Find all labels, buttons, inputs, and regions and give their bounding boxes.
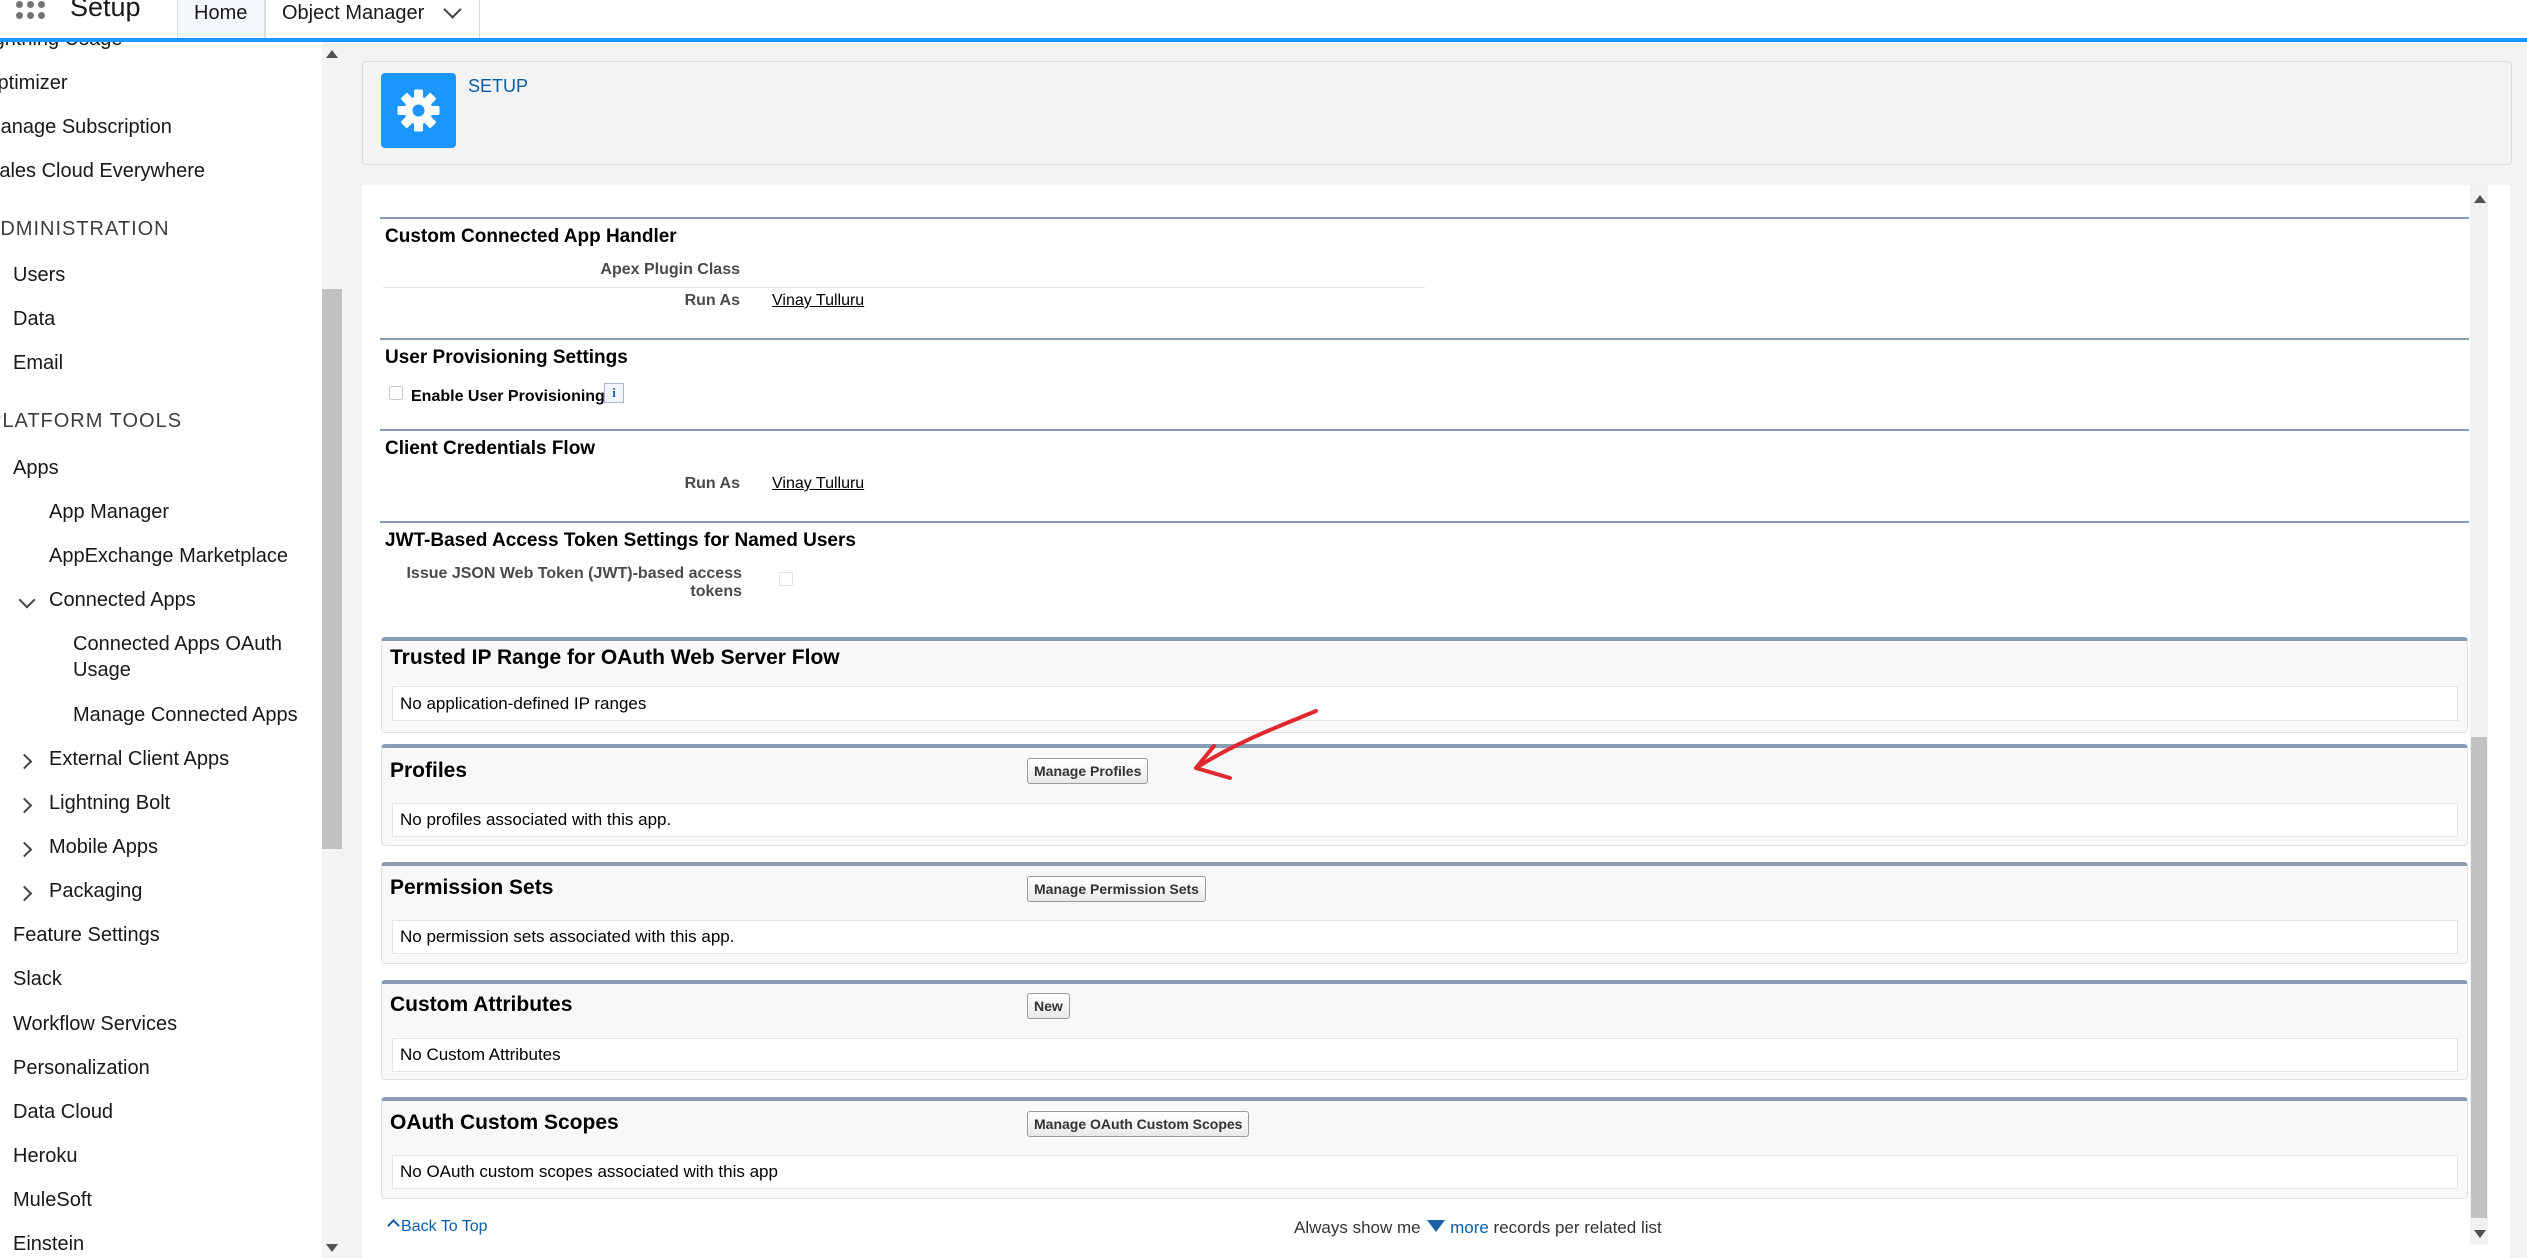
- section-title-custom-handler: Custom Connected App Handler: [385, 226, 677, 247]
- new-custom-attribute-button[interactable]: New: [1027, 993, 1070, 1019]
- sidebar-item-mobile-apps[interactable]: Mobile Apps: [49, 836, 158, 859]
- manage-profiles-button[interactable]: Manage Profiles: [1027, 758, 1149, 784]
- sidebar-item-lightning-usage[interactable]: Lightning Usage: [0, 42, 123, 51]
- sidebar-item-data-cloud[interactable]: Data Cloud: [13, 1101, 113, 1124]
- more-triangle-icon[interactable]: [1427, 1220, 1446, 1232]
- tab-object-manager[interactable]: Object Manager: [265, 0, 480, 38]
- chevron-right-icon[interactable]: [16, 797, 33, 814]
- app-launcher-icon[interactable]: [10, 0, 46, 26]
- records-per-list-label: records per related list: [1493, 1218, 1662, 1237]
- setup-breadcrumb: SETUP: [468, 76, 529, 96]
- sidebar-item-sales-cloud-everywhere[interactable]: Sales Cloud Everywhere: [0, 160, 205, 183]
- sidebar-item-connected-apps-oauth-usage[interactable]: Usage: [73, 659, 131, 682]
- scroll-down-arrow-icon[interactable]: [326, 1244, 338, 1252]
- scroll-down-arrow-icon[interactable]: [2474, 1230, 2486, 1238]
- always-show-text: Always show me more records per related …: [1294, 1218, 1662, 1238]
- sidebar-item-apps[interactable]: Apps: [13, 457, 59, 480]
- sidebar-item-mulesoft[interactable]: MuleSoft: [13, 1189, 92, 1212]
- field-label-run-as: Run As: [684, 292, 740, 309]
- related-list-body-trusted-ip: No application-defined IP ranges: [392, 686, 2458, 721]
- section-divider: [380, 217, 2469, 219]
- sidebar-item-packaging[interactable]: Packaging: [49, 880, 142, 903]
- sidebar-item-appexchange[interactable]: AppExchange Marketplace: [49, 545, 288, 568]
- related-list-title-custom-attributes: Custom Attributes: [390, 993, 573, 1016]
- always-show-label: Always show me: [1294, 1218, 1421, 1237]
- tab-object-manager-label: Object Manager: [282, 1, 425, 24]
- sidebar-item-app-manager[interactable]: App Manager: [49, 501, 169, 524]
- global-header: Setup Home Object Manager: [0, 0, 2527, 42]
- tab-home-label: Home: [194, 1, 248, 24]
- related-list-title-profiles: Profiles: [390, 759, 468, 782]
- content-scrollbar-thumb[interactable]: [2471, 737, 2487, 1218]
- chevron-right-icon[interactable]: [16, 885, 33, 902]
- chevron-right-icon[interactable]: [16, 753, 33, 770]
- setup-gear-icon: [381, 73, 456, 148]
- field-divider: [383, 287, 1425, 288]
- setup-header-card: [362, 61, 2512, 165]
- chevron-down-icon[interactable]: [443, 0, 462, 19]
- tab-home[interactable]: Home: [177, 0, 265, 38]
- more-records-link[interactable]: more: [1450, 1218, 1489, 1237]
- related-list-title-oauth-scopes: OAuth Custom Scopes: [390, 1111, 619, 1134]
- enable-user-provisioning-checkbox[interactable]: [389, 386, 403, 400]
- setup-sidebar: Lightning Usage Optimizer Manage Subscri…: [0, 42, 344, 1258]
- run-as-user-link[interactable]: Vinay Tulluru: [772, 475, 864, 493]
- sidebar-item-connected-apps-oauth[interactable]: Connected Apps OAuth: [73, 633, 282, 656]
- related-list-title-permission-sets: Permission Sets: [390, 876, 554, 899]
- sidebar-item-workflow-services[interactable]: Workflow Services: [13, 1013, 177, 1036]
- sidebar-item-optimizer[interactable]: Optimizer: [0, 72, 68, 95]
- issue-jwt-checkbox[interactable]: [779, 572, 793, 586]
- sidebar-item-email[interactable]: Email: [13, 352, 63, 375]
- annotation-arrow-icon: [1194, 709, 1318, 780]
- related-list-body-permission-sets: No permission sets associated with this …: [392, 920, 2458, 954]
- field-label-enable-user-provisioning: Enable User Provisioning: [411, 388, 605, 405]
- scroll-up-arrow-icon[interactable]: [326, 50, 338, 58]
- sidebar-item-connected-apps[interactable]: Connected Apps: [49, 589, 196, 612]
- section-divider: [380, 338, 2469, 340]
- sidebar-item-einstein[interactable]: Einstein: [13, 1233, 84, 1256]
- section-divider: [380, 521, 2469, 523]
- sidebar-section-platform-tools: PLATFORM TOOLS: [0, 410, 183, 432]
- sidebar-item-slack[interactable]: Slack: [13, 968, 62, 991]
- sidebar-item-data[interactable]: Data: [13, 308, 55, 331]
- related-list-body-oauth-scopes: No OAuth custom scopes associated with t…: [392, 1155, 2458, 1189]
- field-label-issue-jwt-tokens: tokens: [690, 583, 742, 600]
- manage-oauth-custom-scopes-button[interactable]: Manage OAuth Custom Scopes: [1027, 1111, 1250, 1137]
- related-list-title-trusted-ip: Trusted IP Range for OAuth Web Server Fl…: [390, 646, 840, 669]
- scroll-up-arrow-icon[interactable]: [2474, 195, 2486, 203]
- sidebar-item-personalization[interactable]: Personalization: [13, 1057, 150, 1080]
- related-list-body-custom-attributes: No Custom Attributes: [392, 1038, 2458, 1072]
- manage-permission-sets-button[interactable]: Manage Permission Sets: [1027, 876, 1206, 902]
- sidebar-item-users[interactable]: Users: [13, 264, 65, 287]
- sidebar-section-administration: ADMINISTRATION: [0, 218, 170, 240]
- field-label-run-as: Run As: [684, 475, 740, 492]
- section-divider: [380, 429, 2469, 431]
- section-title-client-credentials: Client Credentials Flow: [385, 438, 596, 459]
- sidebar-item-external-client-apps[interactable]: External Client Apps: [49, 748, 229, 771]
- sidebar-item-manage-subscription[interactable]: Manage Subscription: [0, 116, 172, 139]
- sidebar-item-manage-connected-apps[interactable]: Manage Connected Apps: [73, 704, 298, 727]
- related-list-body-profiles: No profiles associated with this app.: [392, 803, 2458, 837]
- info-icon[interactable]: i: [604, 383, 624, 403]
- section-title-jwt: JWT-Based Access Token Settings for Name…: [385, 530, 856, 551]
- field-label-apex-plugin-class: Apex Plugin Class: [600, 261, 740, 278]
- sidebar-item-feature-settings[interactable]: Feature Settings: [13, 924, 160, 947]
- run-as-user-link[interactable]: Vinay Tulluru: [772, 292, 864, 310]
- caret-up-icon: [387, 1219, 400, 1232]
- back-to-top-link[interactable]: Back To Top: [387, 1218, 488, 1236]
- sidebar-item-heroku[interactable]: Heroku: [13, 1145, 77, 1168]
- field-label-issue-jwt: Issue JSON Web Token (JWT)-based access: [406, 565, 742, 582]
- sidebar-scrollbar-thumb[interactable]: [322, 289, 342, 849]
- chevron-down-icon[interactable]: [18, 591, 36, 609]
- section-title-user-provisioning: User Provisioning Settings: [385, 347, 628, 368]
- chevron-right-icon[interactable]: [16, 841, 33, 858]
- sidebar-item-lightning-bolt[interactable]: Lightning Bolt: [49, 792, 170, 815]
- app-name: Setup: [70, 0, 141, 22]
- back-to-top-label: Back To Top: [401, 1218, 488, 1235]
